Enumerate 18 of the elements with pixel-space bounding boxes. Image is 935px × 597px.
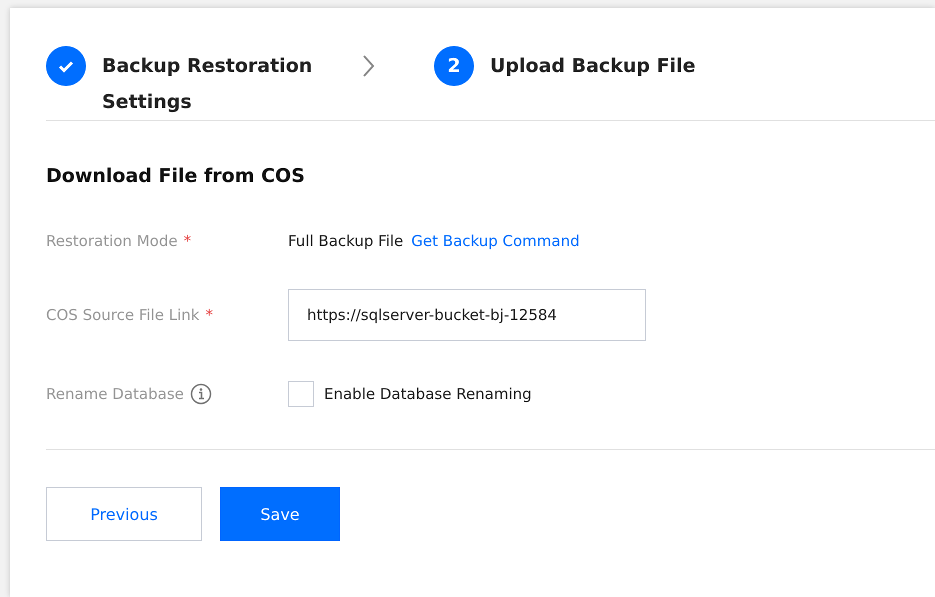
step-label: Backup Restoration Settings (102, 54, 314, 115)
required-mark: * (184, 232, 192, 250)
previous-button[interactable]: Previous (46, 487, 202, 541)
save-button[interactable]: Save (220, 487, 340, 541)
field-label: Rename Database (46, 385, 184, 403)
step-label: Upload Backup File (490, 54, 696, 79)
checkbox-label: Enable Database Renaming (324, 385, 532, 403)
field-value: Full Backup File (288, 232, 404, 250)
field-label: COS Source File Link (46, 306, 200, 324)
section-title: Download File from COS (46, 165, 306, 187)
input-field[interactable]: https://sqlserver-bucket-bj-12584 (288, 289, 646, 341)
get-command-link[interactable]: Get Backup Command (411, 232, 580, 250)
required-mark: * (205, 306, 213, 324)
field-label: Restoration Mode (46, 232, 178, 250)
chevron-right-icon (362, 54, 376, 78)
step-number: 2 (434, 46, 474, 86)
info-icon[interactable] (190, 383, 212, 405)
checkbox[interactable] (288, 381, 314, 407)
